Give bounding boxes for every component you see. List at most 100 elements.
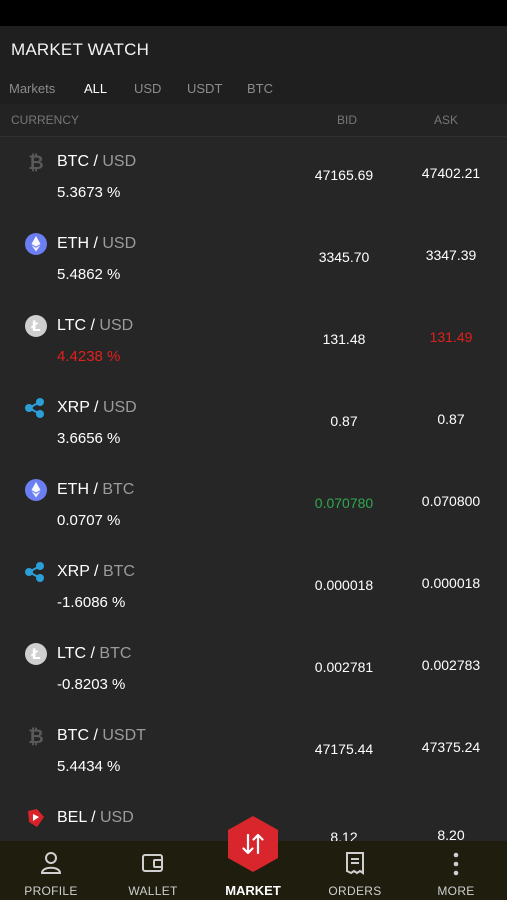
base-currency: LTC <box>57 645 87 662</box>
market-row[interactable]: XRP / BTC -1.6086 % 0.000018 0.000018 <box>0 547 507 629</box>
ask-price: 3347.39 <box>425 247 477 263</box>
change-percent: -1.6086 % <box>57 594 126 611</box>
tab-markets[interactable]: Markets <box>9 81 55 96</box>
market-button[interactable] <box>226 815 280 873</box>
base-currency: BEL <box>57 809 87 826</box>
pair-separator: / <box>89 563 103 580</box>
tab-all[interactable]: ALL <box>84 81 107 96</box>
market-tabs: Markets ALL USD USDT BTC <box>0 76 507 104</box>
market-row[interactable]: Ł LTC / USD 4.4238 % 131.48 131.49 <box>0 301 507 383</box>
pair-label: BTC / USDT <box>57 727 146 745</box>
page-title: MARKET WATCH <box>11 40 150 59</box>
svg-text:Ł: Ł <box>31 319 41 335</box>
bid-column-header: BID <box>337 113 358 127</box>
pair-separator: / <box>89 153 103 170</box>
market-row[interactable]: Ł LTC / BTC -0.8203 % 0.002781 0.002783 <box>0 629 507 711</box>
pair-separator: / <box>86 317 100 334</box>
base-currency: ETH <box>57 481 89 498</box>
ask-price: 47402.21 <box>421 165 481 181</box>
change-percent: 5.4862 % <box>57 266 121 283</box>
receipt-icon <box>346 852 364 875</box>
litecoin-icon: Ł <box>25 315 47 337</box>
ask-price: 131.49 <box>429 329 473 345</box>
pair-label: LTC / BTC <box>57 645 131 663</box>
base-currency: ETH <box>57 235 89 252</box>
ask-price: 47375.24 <box>421 739 481 755</box>
market-list: ₿ BTC / USD 5.3673 % 47165.69 47402.21 E… <box>0 137 507 875</box>
market-row[interactable]: XRP / USD 3.6656 % 0.87 0.87 <box>0 383 507 465</box>
quote-currency: USDT <box>102 727 146 744</box>
pair-separator: / <box>89 727 103 744</box>
bid-price: 3345.70 <box>318 249 370 265</box>
change-percent: -0.8203 % <box>57 676 126 693</box>
pair-separator: / <box>86 809 100 826</box>
svg-text:₿: ₿ <box>28 726 43 747</box>
change-percent: 4.4238 % <box>57 348 121 365</box>
pair-separator: / <box>89 235 103 252</box>
ethereum-icon <box>25 233 47 255</box>
nav-wallet-label: WALLET <box>128 884 178 898</box>
ask-price: 0.000018 <box>421 575 481 591</box>
quote-currency: BTC <box>102 563 135 580</box>
base-currency: LTC <box>57 317 87 334</box>
quote-currency: BTC <box>102 481 135 498</box>
tab-usdt[interactable]: USDT <box>187 81 222 96</box>
nav-more[interactable]: MORE <box>406 841 506 900</box>
ethereum-icon <box>25 479 47 501</box>
xrp-icon <box>25 562 44 582</box>
ask-price: 0.87 <box>437 411 465 427</box>
pair-label: BTC / USD <box>57 153 136 171</box>
base-currency: XRP <box>57 563 90 580</box>
change-percent: 3.6656 % <box>57 430 121 447</box>
nav-more-label: MORE <box>437 884 475 898</box>
base-currency: XRP <box>57 399 90 416</box>
currency-column-header: CURRENCY <box>11 113 80 127</box>
nav-profile[interactable]: PROFILE <box>1 841 101 900</box>
more-vertical-icon <box>453 852 459 876</box>
person-icon <box>40 852 62 874</box>
nav-profile-label: PROFILE <box>24 884 78 898</box>
base-currency: BTC <box>57 727 89 744</box>
market-row[interactable]: ETH / BTC 0.0707 % 0.070780 0.070800 <box>0 465 507 547</box>
bid-price: 0.87 <box>330 413 358 429</box>
bel-icon <box>28 809 44 827</box>
bid-price: 131.48 <box>322 331 366 347</box>
market-row[interactable]: ₿ BTC / USD 5.3673 % 47165.69 47402.21 <box>0 137 507 219</box>
nav-orders-label: ORDERS <box>328 884 382 898</box>
change-percent: 0.0707 % <box>57 512 121 529</box>
market-row[interactable]: ₿ BTC / USDT 5.4434 % 47175.44 47375.24 <box>0 711 507 793</box>
base-currency: BTC <box>57 153 89 170</box>
tab-btc[interactable]: BTC <box>247 81 273 96</box>
svg-text:₿: ₿ <box>28 152 43 173</box>
bid-price: 0.000018 <box>314 577 374 593</box>
pair-label: XRP / BTC <box>57 563 135 581</box>
quote-currency: USD <box>102 153 137 170</box>
pair-label: ETH / BTC <box>57 481 134 499</box>
pair-label: XRP / USD <box>57 399 137 417</box>
pair-separator: / <box>89 399 103 416</box>
market-row[interactable]: ETH / USD 5.4862 % 3345.70 3347.39 <box>0 219 507 301</box>
wallet-icon <box>142 854 163 872</box>
pair-label: ETH / USD <box>57 235 136 253</box>
litecoin-icon: Ł <box>25 643 47 665</box>
status-bar <box>0 0 507 26</box>
change-percent: 5.4434 % <box>57 758 121 775</box>
pair-label: BEL / USD <box>57 809 134 827</box>
bid-price: 0.070780 <box>314 495 374 511</box>
quote-currency: USD <box>102 399 137 416</box>
nav-orders[interactable]: ORDERS <box>305 841 405 900</box>
quote-currency: BTC <box>99 645 132 662</box>
quote-currency: USD <box>100 809 134 826</box>
nav-market-label: MARKET <box>225 883 281 898</box>
pair-separator: / <box>89 481 103 498</box>
bitcoin-icon: ₿ <box>28 726 43 747</box>
svg-text:Ł: Ł <box>31 647 41 663</box>
xrp-icon <box>25 398 44 418</box>
bid-price: 0.002781 <box>314 659 374 675</box>
bid-price: 47165.69 <box>314 167 374 183</box>
nav-wallet[interactable]: WALLET <box>103 841 203 900</box>
change-percent: 5.3673 % <box>57 184 121 201</box>
ask-column-header: ASK <box>434 113 459 127</box>
pair-label: LTC / USD <box>57 317 133 335</box>
tab-usd[interactable]: USD <box>134 81 161 96</box>
